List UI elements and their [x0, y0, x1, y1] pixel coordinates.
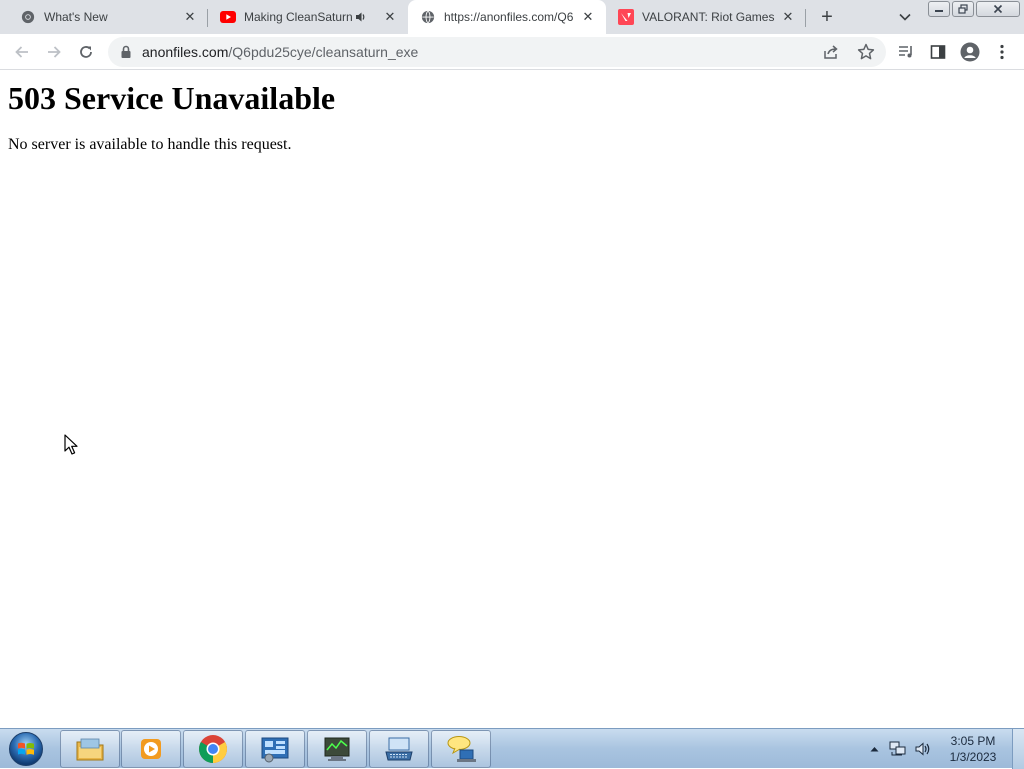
page-content: 503 Service Unavailable No server is ava…: [0, 71, 1024, 728]
tab-making-cleansaturn[interactable]: Making CleanSaturn ✕: [208, 0, 408, 34]
tab-title: What's New: [44, 10, 108, 24]
address-bar[interactable]: anonfiles.com/Q6pdu25cye/cleansaturn_exe: [108, 37, 886, 67]
clock-date: 1/3/2023: [949, 750, 997, 764]
error-heading: 503 Service Unavailable: [8, 80, 336, 116]
forward-button[interactable]: [40, 38, 68, 66]
close-window-button[interactable]: [976, 1, 1020, 17]
url-path: /Q6pdu25cye/cleansaturn_exe: [228, 44, 419, 60]
menu-dots-icon[interactable]: [988, 38, 1016, 66]
valorant-icon: [618, 9, 634, 25]
chrome-icon: [20, 9, 36, 25]
restore-button[interactable]: [952, 1, 974, 17]
mouse-cursor-icon: [64, 434, 78, 455]
tab-anonfiles[interactable]: https://anonfiles.com/Q6 ✕: [408, 0, 606, 34]
system-clock[interactable]: 3:05 PM 1/3/2023: [940, 733, 1006, 765]
close-tab-icon[interactable]: ✕: [580, 9, 596, 25]
bookmark-star-icon[interactable]: [856, 42, 876, 62]
taskbar-task-manager-button[interactable]: [307, 730, 367, 768]
taskbar-control-panel-button[interactable]: [245, 730, 305, 768]
taskbar-keyboard-button[interactable]: [369, 730, 429, 768]
taskbar-chrome-button[interactable]: [183, 730, 243, 768]
lock-icon[interactable]: [120, 45, 134, 59]
globe-icon: [420, 9, 436, 25]
browser-toolbar: anonfiles.com/Q6pdu25cye/cleansaturn_exe: [0, 34, 1024, 70]
tab-valorant[interactable]: VALORANT: Riot Games ✕: [606, 0, 806, 34]
tab-whats-new[interactable]: What's New ✕: [8, 0, 208, 34]
url-text: anonfiles.com/Q6pdu25cye/cleansaturn_exe: [142, 44, 418, 60]
reload-button[interactable]: [72, 38, 100, 66]
profile-avatar-icon[interactable]: [956, 38, 984, 66]
media-player-icon: [141, 739, 161, 759]
volume-icon[interactable]: [912, 729, 934, 769]
minimize-button[interactable]: [928, 1, 950, 17]
network-icon[interactable]: [888, 729, 908, 769]
close-tab-icon[interactable]: ✕: [780, 9, 796, 25]
taskbar-explorer-button[interactable]: [60, 730, 120, 768]
taskbar: 3:05 PM 1/3/2023: [0, 728, 1024, 769]
explorer-icon: [76, 738, 104, 761]
tab-title: Making CleanSaturn: [244, 10, 353, 24]
task-manager-icon: [324, 737, 350, 761]
control-panel-icon: [261, 737, 289, 763]
new-tab-button[interactable]: +: [814, 5, 840, 29]
close-tab-icon[interactable]: ✕: [182, 9, 198, 25]
taskbar-network-chat-button[interactable]: [431, 730, 491, 768]
show-desktop-button[interactable]: [1012, 729, 1024, 769]
chrome-icon: [199, 735, 227, 763]
error-message: No server is available to handle this re…: [8, 136, 292, 153]
tab-title: https://anonfiles.com/Q6: [444, 10, 574, 24]
back-button[interactable]: [8, 38, 36, 66]
close-tab-icon[interactable]: ✕: [382, 9, 398, 25]
keyboard-icon: [385, 737, 413, 761]
side-panel-icon[interactable]: [924, 38, 952, 66]
start-button[interactable]: [6, 730, 46, 768]
tray-overflow-icon[interactable]: [866, 729, 882, 769]
youtube-icon: [220, 9, 236, 25]
clock-time: 3:05 PM: [950, 734, 996, 748]
media-controls-icon[interactable]: [892, 38, 920, 66]
tab-title: VALORANT: Riot Games: [642, 10, 775, 24]
tab-strip: What's New ✕ Making CleanSaturn ✕ https:…: [0, 0, 1024, 34]
url-domain: anonfiles.com: [142, 44, 229, 60]
speaker-icon[interactable]: [354, 10, 368, 24]
share-icon[interactable]: [822, 43, 840, 61]
taskbar-media-player-button[interactable]: [121, 730, 181, 768]
network-chat-icon: [447, 736, 476, 762]
tab-search-chevron-icon[interactable]: [894, 7, 916, 27]
